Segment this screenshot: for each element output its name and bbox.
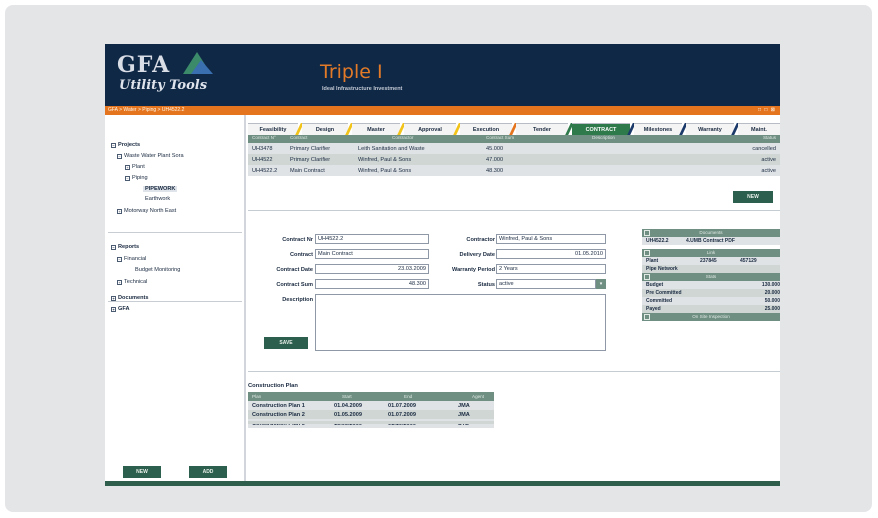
tree-item-motorway[interactable]: + Motorway North East bbox=[117, 208, 176, 214]
tab-design[interactable]: Design bbox=[302, 123, 348, 135]
expand-icon[interactable]: + bbox=[117, 279, 122, 285]
tab-contract[interactable]: CONTRACT bbox=[572, 123, 630, 135]
contract-date-label: Contract Date bbox=[276, 267, 313, 273]
table-row[interactable]: UH3478 Primary Clarifier Leith Sanitatio… bbox=[248, 143, 780, 154]
expand-icon[interactable] bbox=[644, 314, 650, 320]
footer-bar bbox=[105, 481, 780, 486]
tree-item-earthwork[interactable]: Earthwork bbox=[145, 196, 170, 202]
collapse-icon[interactable] bbox=[644, 230, 650, 236]
tree-item-gfa[interactable]: + GFA bbox=[111, 306, 130, 312]
logo-triangle-icon bbox=[183, 52, 213, 74]
status-select[interactable]: active bbox=[496, 279, 596, 289]
contract-date-field[interactable]: 23.03.2009 bbox=[315, 264, 429, 274]
contract-label: Contract bbox=[290, 252, 313, 258]
tab-maint[interactable]: Maint. bbox=[738, 123, 780, 135]
tree-item-technical[interactable]: + Technical bbox=[117, 279, 147, 285]
app-title: Triple I bbox=[320, 61, 383, 83]
divider bbox=[108, 232, 242, 233]
description-label: Description bbox=[282, 297, 313, 303]
collapse-icon[interactable] bbox=[644, 274, 650, 280]
contractor-field[interactable]: Winfred, Paul & Sons bbox=[496, 234, 606, 244]
sidebar: − Projects − Waste Water Plant Sora + Plant… bbox=[105, 115, 246, 486]
app-window: GFA Utility Tools Triple I Ideal Infrast… bbox=[105, 44, 780, 486]
table-footer bbox=[248, 421, 494, 424]
table-row[interactable]: UH4522 Primary Clarifier Winfred, Paul &… bbox=[248, 154, 780, 165]
table-row[interactable]: Construction Plan 2 01.05.2009 01.07.200… bbox=[248, 410, 494, 419]
tree-item-documents[interactable]: + Documents bbox=[111, 295, 148, 301]
table-header: Contract N° Contract Contractor Contract… bbox=[248, 135, 780, 143]
stats-header: Stats bbox=[642, 273, 780, 281]
list-item: Pre Committed 20.000 bbox=[642, 289, 780, 297]
tab-milestones[interactable]: Milestones bbox=[634, 123, 682, 135]
window-controls-icon[interactable]: □ □ ⊠ bbox=[758, 107, 776, 113]
tab-approval[interactable]: Approval bbox=[404, 123, 456, 135]
warranty-label: Warranty Period bbox=[452, 267, 495, 273]
tab-master[interactable]: Master bbox=[352, 123, 400, 135]
tree-item-plant[interactable]: + Plant bbox=[125, 164, 145, 170]
logo-subtitle: Utility Tools bbox=[119, 78, 208, 93]
delivery-date-field[interactable]: 01.05.2010 bbox=[496, 249, 606, 259]
table-row[interactable]: UH4522.2 Main Contract Winfred, Paul & S… bbox=[248, 165, 780, 176]
chevron-down-icon[interactable]: ▾ bbox=[596, 279, 606, 289]
warranty-field[interactable]: 2 Years bbox=[496, 264, 606, 274]
tree-item-financial[interactable]: − Financial bbox=[117, 256, 146, 262]
contract-sum-label: Contract Sum bbox=[276, 282, 313, 288]
status-label: Status bbox=[477, 282, 495, 288]
expand-icon[interactable]: + bbox=[111, 306, 116, 312]
new-button[interactable]: NEW bbox=[123, 466, 161, 478]
divider bbox=[248, 210, 780, 211]
tree-item-projects[interactable]: − Projects bbox=[111, 142, 140, 148]
table-header: Plan Start End Agent bbox=[248, 392, 494, 401]
collapse-icon[interactable] bbox=[644, 250, 650, 256]
expand-icon[interactable]: + bbox=[125, 164, 130, 170]
contractor-label: Contractor bbox=[466, 237, 495, 243]
breadcrumb[interactable]: GFA > Water > Piping > UH4522.2 bbox=[108, 107, 184, 113]
list-item: Budget 130.000 bbox=[642, 281, 780, 289]
collapse-icon[interactable]: − bbox=[111, 244, 116, 250]
contract-field[interactable]: Main Contract bbox=[315, 249, 429, 259]
link-header: Link bbox=[642, 249, 780, 257]
documents-header: Documents bbox=[642, 229, 780, 237]
list-item[interactable]: Plant 237845 457129 bbox=[642, 257, 780, 265]
tree-item-budget-monitoring[interactable]: Budget Monitoring bbox=[135, 267, 180, 273]
collapse-icon[interactable]: − bbox=[117, 256, 122, 262]
divider bbox=[248, 371, 780, 372]
list-item[interactable]: Pipe Network bbox=[642, 265, 780, 273]
construction-plan-title: Construction Plan bbox=[248, 383, 298, 389]
tab-feasibility[interactable]: Feasibility bbox=[248, 123, 298, 135]
tree-item-piping[interactable]: − Piping bbox=[125, 175, 148, 181]
contracts-table: Contract N° Contract Contractor Contract… bbox=[248, 135, 780, 176]
table-row[interactable]: Construction Plan 1 01.04.2009 01.07.200… bbox=[248, 401, 494, 410]
delivery-date-label: Delivery Date bbox=[459, 252, 495, 258]
app-header: GFA Utility Tools Triple I Ideal Infrast… bbox=[105, 44, 780, 106]
tab-tender[interactable]: Tender bbox=[516, 123, 568, 135]
breadcrumb-bar: GFA > Water > Piping > UH4522.2 □ □ ⊠ bbox=[105, 106, 780, 115]
app-subtitle: Ideal Infrastructure Investment bbox=[322, 86, 403, 92]
list-item: Committed 50.000 bbox=[642, 297, 780, 305]
info-panel: Documents UH4522.2 4.UMB Contract PDF Li… bbox=[642, 229, 780, 321]
inspection-header[interactable]: On Site Inspection bbox=[642, 313, 780, 321]
tab-warranty[interactable]: Warranty bbox=[686, 123, 734, 135]
contract-no-field[interactable]: UH4522.2 bbox=[315, 234, 429, 244]
phase-tabs: Feasibility Design Master Approval Execu… bbox=[248, 123, 780, 135]
description-field[interactable] bbox=[315, 294, 606, 351]
list-item: Payed 25.000 bbox=[642, 305, 780, 313]
list-item[interactable]: UH4522.2 4.UMB Contract PDF bbox=[642, 237, 780, 245]
add-button[interactable]: ADD bbox=[189, 466, 227, 478]
tab-execution[interactable]: Execution bbox=[460, 123, 512, 135]
save-button[interactable]: SAVE bbox=[264, 337, 308, 349]
contract-no-label: Contract Nr bbox=[282, 237, 313, 243]
tree-item-reports[interactable]: − Reports bbox=[111, 244, 139, 250]
collapse-icon[interactable]: − bbox=[117, 153, 122, 159]
new-contract-button[interactable]: NEW bbox=[733, 191, 773, 203]
divider bbox=[108, 301, 242, 302]
collapse-icon[interactable]: − bbox=[125, 175, 130, 181]
expand-icon[interactable]: + bbox=[111, 295, 116, 301]
logo-text: GFA bbox=[117, 52, 171, 78]
tree-item-pipework[interactable]: PIPEWORK bbox=[143, 186, 178, 192]
expand-icon[interactable]: + bbox=[117, 208, 122, 214]
tree-item-waste-water[interactable]: − Waste Water Plant Sora bbox=[117, 153, 184, 159]
contract-sum-field[interactable]: 48.300 bbox=[315, 279, 429, 289]
collapse-icon[interactable]: − bbox=[111, 142, 116, 148]
